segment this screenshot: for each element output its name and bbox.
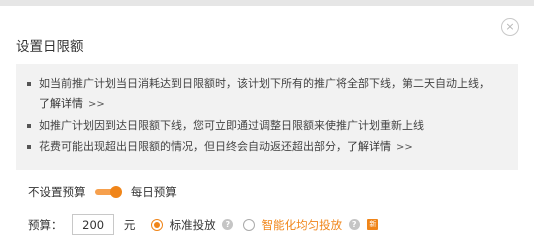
tip-text: 如推广计划因到达日限额下线，您可立即通过调整日限额来使推广计划重新上线 [39,119,424,132]
close-icon[interactable]: × [501,18,519,36]
double-arrow-icon[interactable]: >> [396,142,413,153]
tip-text: 花费可能出现超出日限额的情况，但日终会自动返还超出部分， [39,140,347,153]
help-icon[interactable]: ? [222,219,234,230]
budget-toggle-switch[interactable] [95,186,123,198]
toggle-knob[interactable] [110,186,123,198]
standard-delivery-radio[interactable] [150,218,163,231]
new-badge-icon: 新 [367,219,379,230]
daily-budget-label[interactable]: 每日预算 [131,184,177,200]
smart-delivery-label[interactable]: 智能化均匀投放 [262,217,343,233]
tip-text: 如当前推广计划当日消耗达到日限额时，该计划下所有的推广将全部下线，第二天自动上线… [39,77,490,90]
standard-delivery-label[interactable]: 标准投放 [170,217,216,233]
daily-limit-dialog: × 设置日限额 如当前推广计划当日消耗达到日限额时，该计划下所有的推广将全部下线… [0,6,534,251]
tip-item: 如推广计划因到达日限额下线，您可立即通过调整日限额来使推广计划重新上线 [26,116,508,136]
help-icon[interactable]: ? [348,219,360,230]
tip-item: 如当前推广计划当日消耗达到日限额时，该计划下所有的推广将全部下线，第二天自动上线… [26,74,508,115]
budget-unit: 元 [123,217,136,232]
learn-more-link[interactable]: 了解详情 [347,140,391,153]
tip-item: 花费可能出现超出日限额的情况，但日终会自动返还超出部分，了解详情 >> [26,137,508,158]
tips-box: 如当前推广计划当日消耗达到日限额时，该计划下所有的推广将全部下线，第二天自动上线… [16,64,518,170]
budget-label: 预算： [28,217,63,232]
dialog-title: 设置日限额 [16,39,84,55]
no-budget-label[interactable]: 不设置预算 [28,184,86,200]
budget-toggle-row: 不设置预算 每日预算 [28,184,177,202]
smart-delivery-radio[interactable] [242,218,255,231]
budget-row: 预算： 元 标准投放 ? 智能化均匀投放 ? 新 [28,214,379,236]
learn-more-link[interactable]: 了解详情 [39,97,83,110]
budget-input[interactable] [72,214,115,235]
double-arrow-icon[interactable]: >> [88,99,105,110]
